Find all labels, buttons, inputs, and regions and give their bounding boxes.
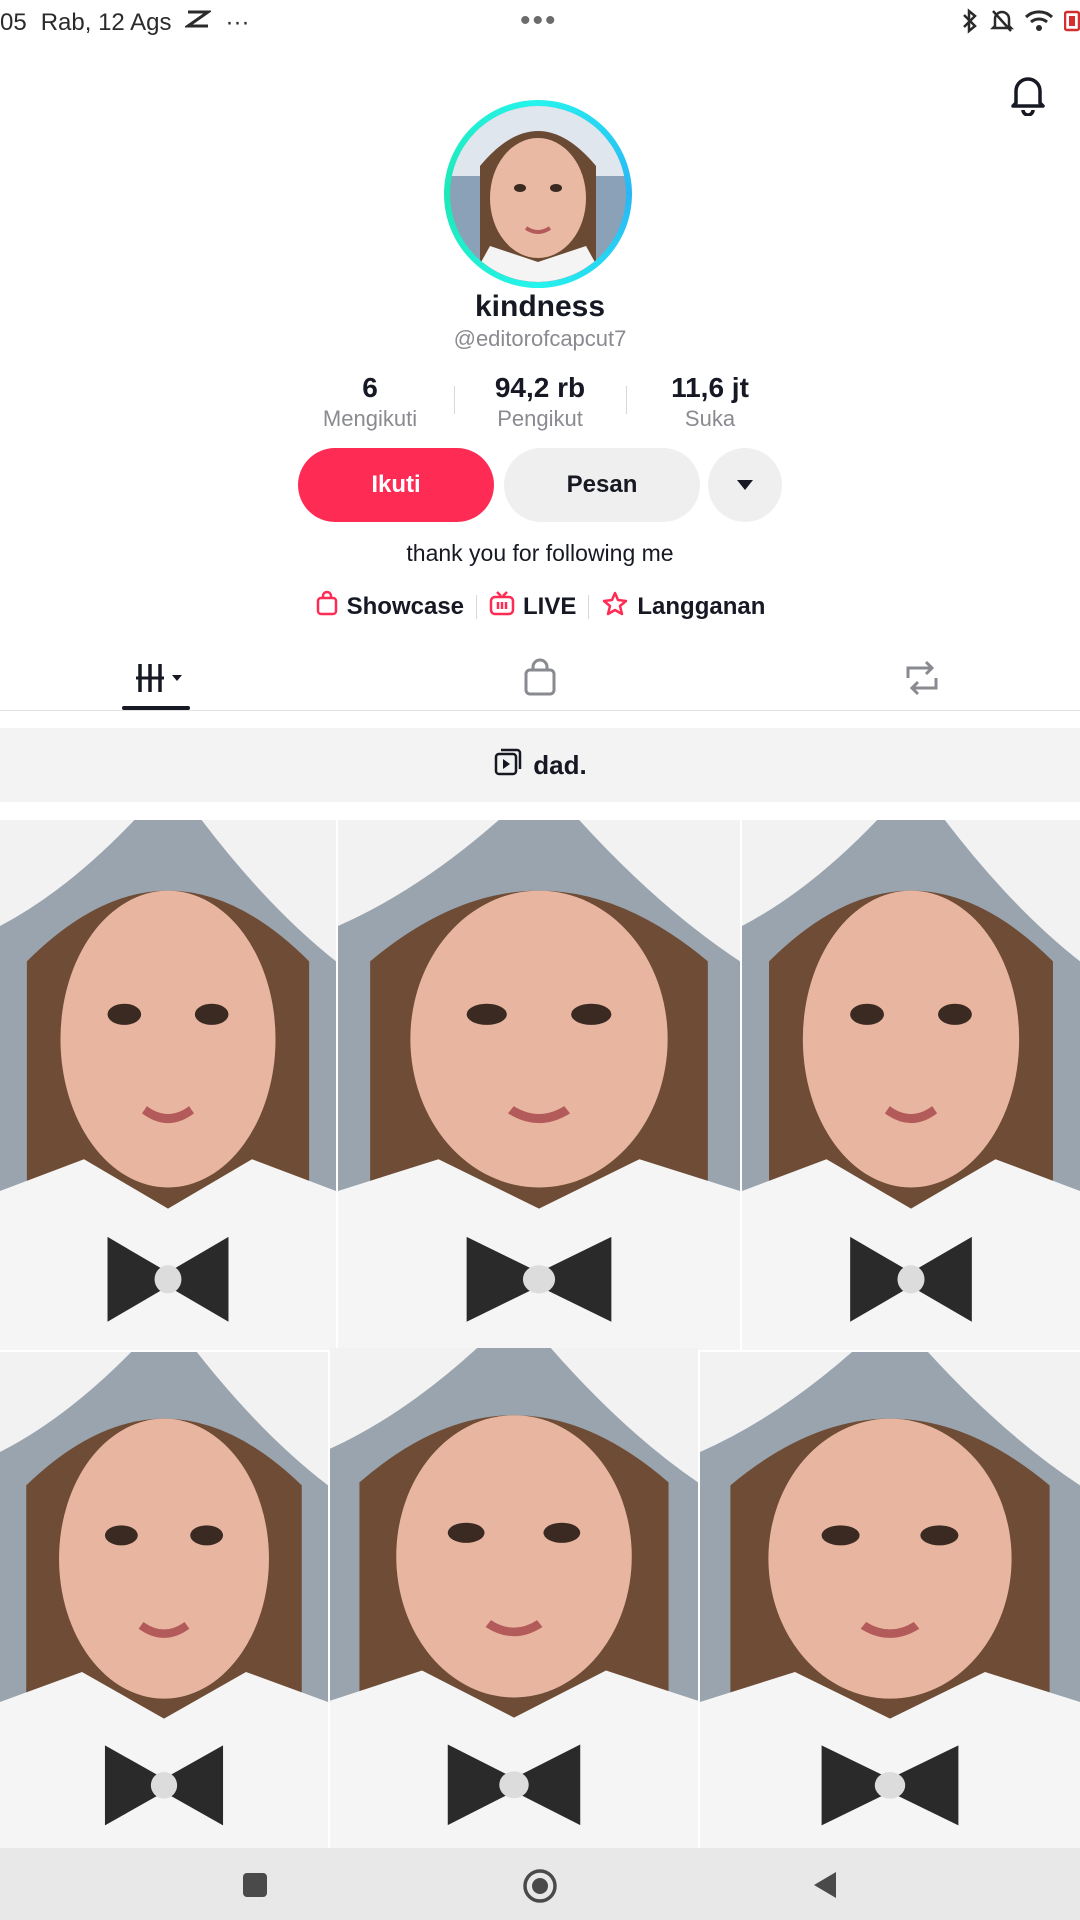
- tab-videos[interactable]: [134, 658, 188, 703]
- link-separator: [588, 594, 590, 619]
- status-date: Rab, 12 Ags: [40, 8, 172, 36]
- more-options-button[interactable]: [708, 448, 782, 522]
- status-left: 05 Rab, 12 Ags ···: [0, 8, 249, 37]
- shopping-bag-icon: [315, 590, 339, 623]
- system-nav-bar: [0, 1848, 1080, 1920]
- status-more: ···: [225, 8, 250, 36]
- video-tile[interactable]: [0, 1352, 328, 1852]
- avatar[interactable]: [450, 106, 626, 282]
- playlist-label: dad.: [533, 749, 587, 780]
- notification-bell-icon[interactable]: [1005, 70, 1051, 117]
- back-icon[interactable]: [812, 1870, 838, 1905]
- subscription-star-icon: [601, 590, 629, 623]
- videos-grid-icon: [134, 664, 188, 702]
- video-tile[interactable]: [330, 1348, 698, 1852]
- repost-icon: [900, 660, 944, 702]
- username-handle: @editorofcapcut7: [453, 326, 627, 351]
- video-thumbnail: [0, 1352, 328, 1852]
- caret-down-icon: [735, 471, 755, 499]
- video-thumbnail: [330, 1348, 698, 1852]
- follow-button[interactable]: Ikuti: [298, 448, 494, 522]
- playlist-icon: [493, 747, 523, 784]
- status-time: 05: [0, 8, 27, 36]
- video-thumbnail: [742, 820, 1080, 1350]
- profile-stats: 6 Mengikuti 94,2 rb Pengikut 11,6 jt Suk…: [300, 372, 780, 432]
- video-thumbnail: [338, 820, 740, 1350]
- stat-value: 94,2 rb: [494, 372, 586, 403]
- stat-label: Suka: [684, 406, 736, 431]
- status-center-dots: •••: [520, 4, 558, 37]
- bio-text: thank you for following me: [406, 540, 674, 566]
- stat-divider: [454, 386, 455, 414]
- profile-tabs: [0, 650, 1080, 711]
- live-tv-icon: [489, 590, 515, 623]
- link-separator: [476, 594, 478, 619]
- subscription-label: Langganan: [637, 592, 766, 620]
- video-tile[interactable]: [700, 1352, 1080, 1852]
- stat-value: 6: [362, 372, 378, 403]
- status-bar: 05 Rab, 12 Ags ··· •••: [0, 0, 1080, 48]
- video-thumbnail: [700, 1352, 1080, 1852]
- video-tile[interactable]: [742, 820, 1080, 1350]
- stat-followers[interactable]: 94,2 rb Pengikut: [470, 372, 610, 432]
- video-grid: [0, 820, 1080, 1852]
- stat-value: 11,6 jt: [671, 372, 749, 403]
- tab-shop[interactable]: [522, 658, 558, 703]
- video-thumbnail: [0, 820, 336, 1350]
- shopping-bag-icon: [522, 658, 558, 702]
- capcut-icon: [183, 8, 214, 37]
- mute-icon: [989, 8, 1015, 39]
- video-tile[interactable]: [338, 820, 740, 1350]
- battery-icon: [1063, 10, 1080, 37]
- stat-divider: [626, 386, 627, 414]
- recent-apps-icon[interactable]: [242, 1872, 268, 1903]
- avatar-ring[interactable]: [444, 100, 632, 288]
- message-button[interactable]: Pesan: [504, 448, 700, 522]
- status-right: [960, 8, 1080, 39]
- active-tab-indicator: [122, 706, 190, 710]
- video-tile[interactable]: [0, 820, 336, 1350]
- subscription-link[interactable]: Langganan: [601, 590, 765, 623]
- tab-reposts[interactable]: [900, 658, 944, 703]
- showcase-link[interactable]: Showcase: [315, 590, 464, 623]
- stat-label: Pengikut: [497, 406, 583, 431]
- bluetooth-icon: [960, 8, 980, 39]
- live-link[interactable]: LIVE: [489, 590, 576, 623]
- stat-following[interactable]: 6 Mengikuti: [300, 372, 440, 432]
- playlist-bar[interactable]: dad.: [0, 728, 1080, 802]
- wifi-icon: [1024, 9, 1054, 38]
- stat-label: Mengikuti: [322, 406, 418, 431]
- showcase-label: Showcase: [346, 592, 465, 620]
- stat-likes[interactable]: 11,6 jt Suka: [640, 372, 780, 432]
- home-icon[interactable]: [522, 1868, 558, 1909]
- profile-links: Showcase LIVE Langganan: [0, 590, 1080, 623]
- display-name: kindness: [474, 290, 606, 323]
- live-label: LIVE: [523, 592, 577, 620]
